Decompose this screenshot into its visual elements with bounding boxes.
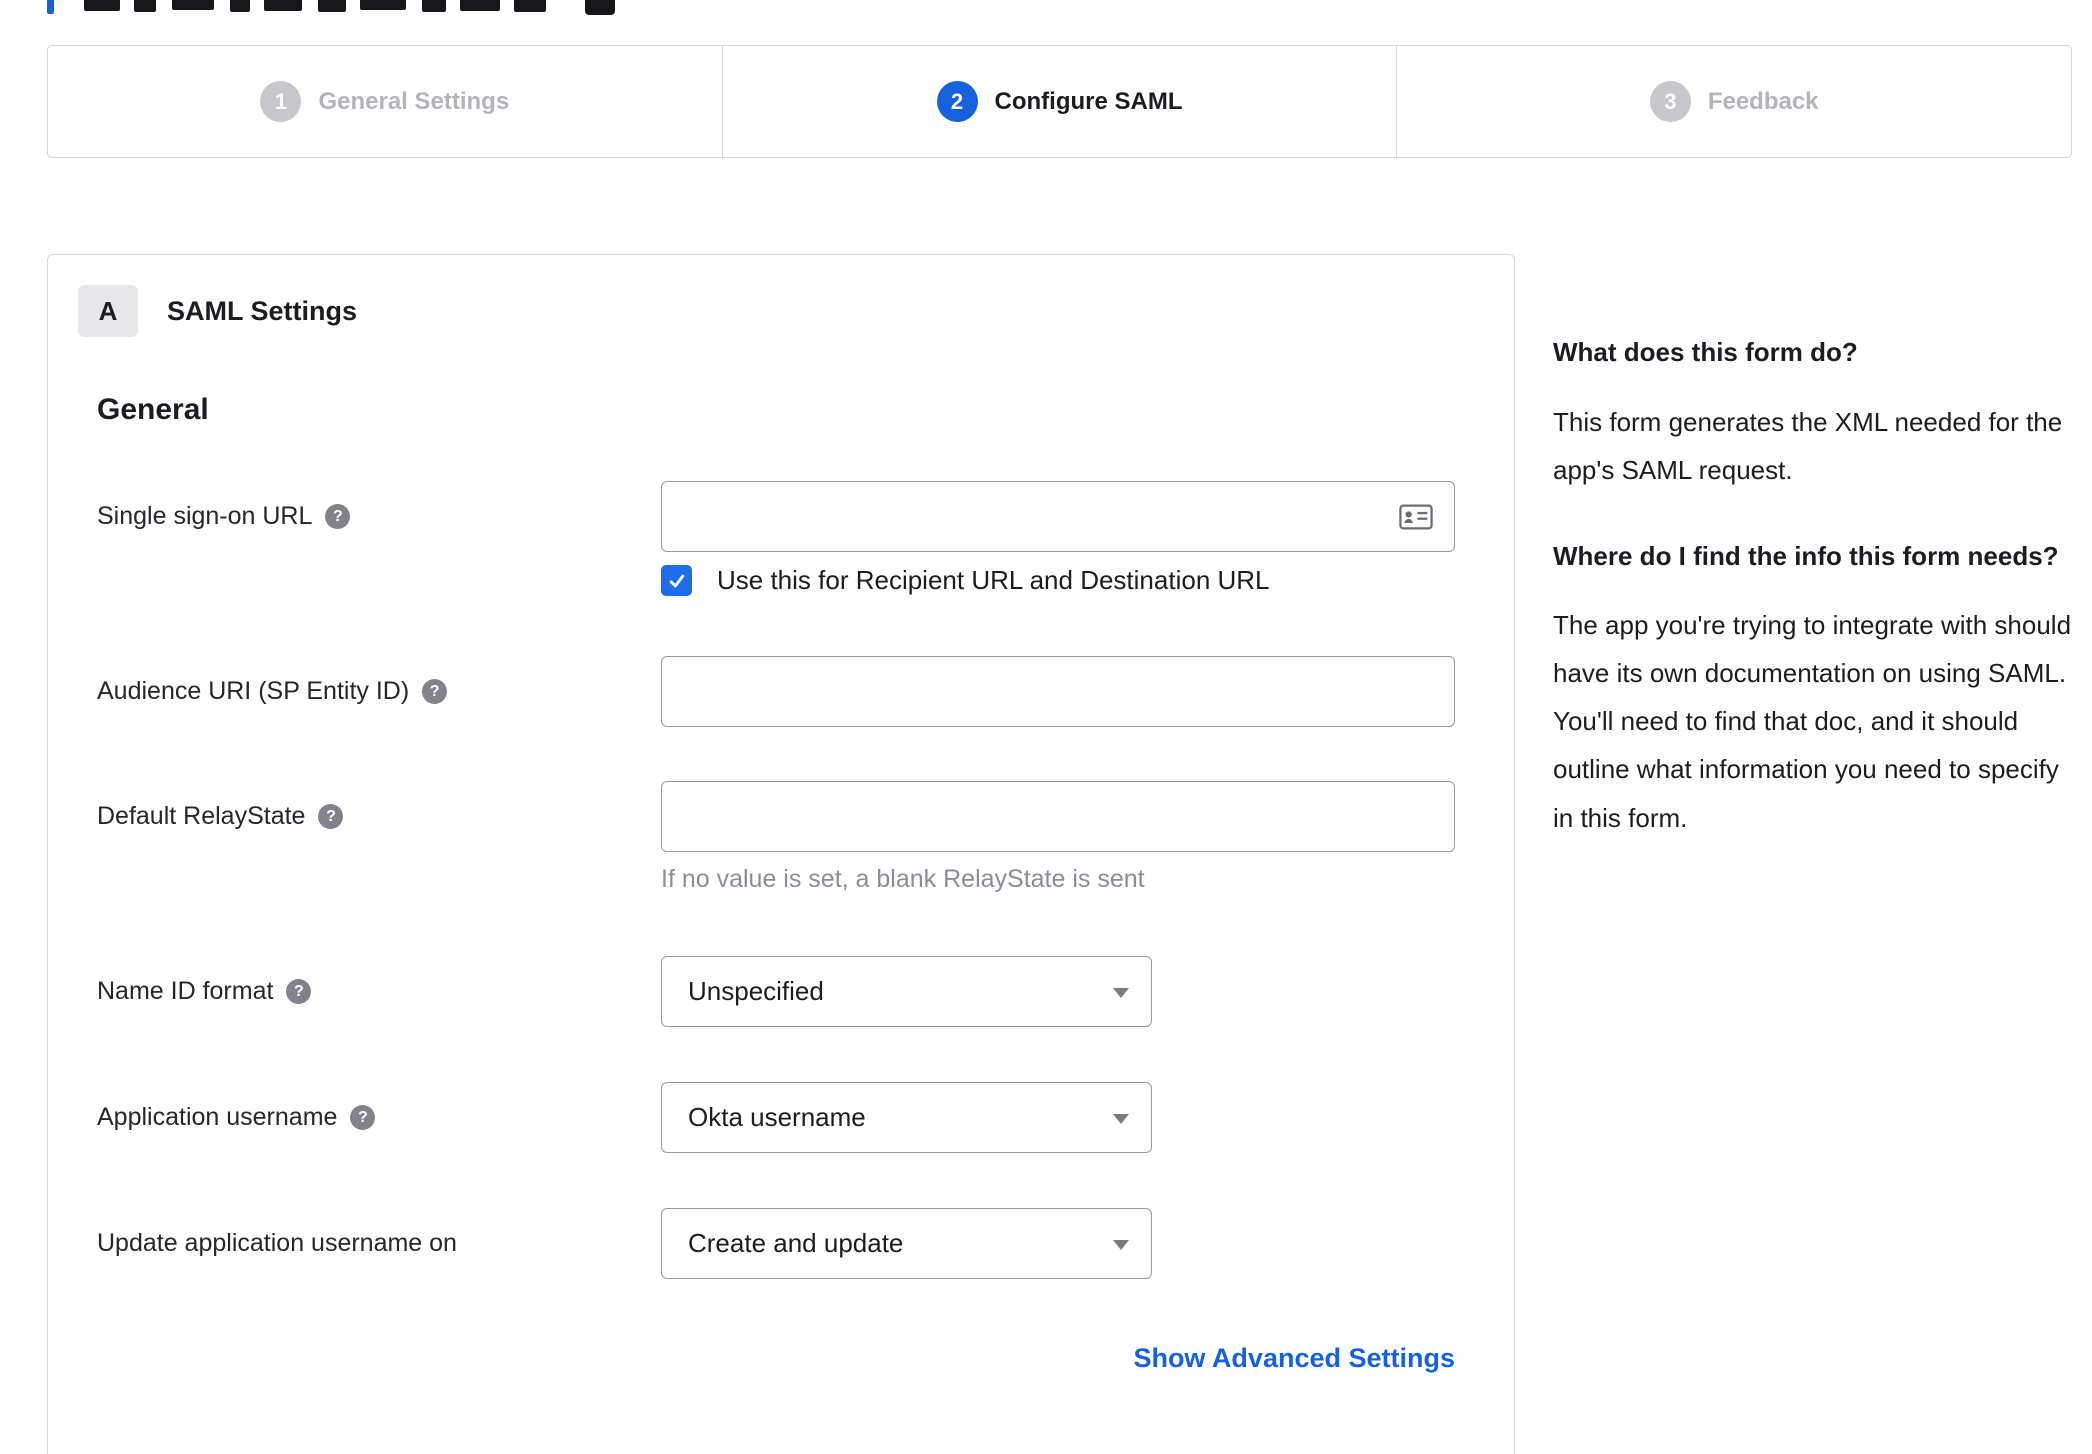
name-id-format-value: Unspecified [688, 976, 824, 1006]
step-2-label: Configure SAML [994, 87, 1183, 115]
recipient-url-checkbox[interactable] [661, 565, 692, 596]
section-title: SAML Settings [167, 295, 358, 326]
contact-card-icon [1399, 504, 1433, 530]
app-username-label: Application username [97, 1103, 338, 1131]
update-app-username-value: Create and update [688, 1228, 904, 1258]
row-sso-url: Single sign-on URL ? Use this for Recipi… [97, 481, 1455, 596]
section-badge-a: A [78, 285, 138, 337]
sidebar-answer-2: The app you're trying to integrate with … [1553, 610, 2072, 833]
help-icon[interactable]: ? [318, 804, 344, 829]
app-username-select[interactable]: Okta username [661, 1082, 1152, 1153]
chevron-down-icon [1113, 1114, 1129, 1124]
clipped-icon [585, 0, 615, 15]
relay-state-label: Default RelayState [97, 802, 306, 830]
relay-state-helper-text: If no value is set, a blank RelayState i… [661, 865, 1145, 893]
step-configure-saml[interactable]: 2 Configure SAML [723, 46, 1398, 157]
wizard-stepper: 1 General Settings 2 Configure SAML 3 Fe… [47, 45, 2072, 158]
saml-settings-panel: A SAML Settings General Single sign-on U… [47, 254, 1515, 1454]
step-3-circle: 3 [1649, 81, 1691, 122]
app-username-value: Okta username [688, 1102, 866, 1132]
sidebar-answer-1: This form generates the XML needed for t… [1553, 406, 2063, 485]
sidebar-question-2: Where do I find the info this form needs… [1553, 540, 2059, 571]
checkmark-icon [669, 574, 684, 587]
chevron-down-icon [1113, 1240, 1129, 1250]
name-id-format-select[interactable]: Unspecified [661, 956, 1152, 1027]
help-icon[interactable]: ? [325, 504, 351, 529]
row-audience-uri: Audience URI (SP Entity ID) ? [97, 656, 1455, 727]
recipient-url-checkbox-label[interactable]: Use this for Recipient URL and Destinati… [717, 565, 1270, 596]
step-feedback[interactable]: 3 Feedback [1397, 46, 2071, 157]
step-3-label: Feedback [1707, 87, 1819, 115]
show-advanced-settings-link[interactable]: Show Advanced Settings [1133, 1343, 1455, 1373]
row-app-username: Application username ? Okta username [97, 1082, 1454, 1153]
row-update-app-username: Update application username on Create an… [97, 1208, 1454, 1279]
help-icon[interactable]: ? [286, 979, 312, 1004]
row-relay-state: Default RelayState ? If no value is set,… [97, 781, 1455, 894]
audience-uri-input[interactable] [661, 656, 1455, 727]
step-1-circle: 1 [260, 81, 302, 122]
name-id-format-label: Name ID format [97, 977, 274, 1005]
help-icon[interactable]: ? [350, 1105, 376, 1130]
group-title-general: General [97, 393, 209, 426]
step-general-settings[interactable]: 1 General Settings [48, 46, 723, 157]
help-icon[interactable]: ? [422, 679, 448, 704]
step-2-circle: 2 [936, 81, 978, 122]
update-app-username-label: Update application username on [97, 1229, 457, 1257]
relay-state-input[interactable] [661, 781, 1455, 852]
sidebar-question-1: What does this form do? [1553, 337, 1858, 367]
sso-url-label: Single sign-on URL [97, 502, 313, 530]
update-app-username-select[interactable]: Create and update [661, 1208, 1152, 1279]
row-name-id-format: Name ID format ? Unspecified [97, 956, 1454, 1027]
help-sidebar: What does this form do? This form genera… [1553, 330, 2085, 882]
chevron-down-icon [1113, 988, 1129, 998]
page-title-clipped [0, 0, 2092, 16]
step-1-label: General Settings [318, 87, 510, 115]
sso-url-input[interactable] [661, 481, 1455, 552]
audience-uri-label: Audience URI (SP Entity ID) [97, 677, 410, 705]
